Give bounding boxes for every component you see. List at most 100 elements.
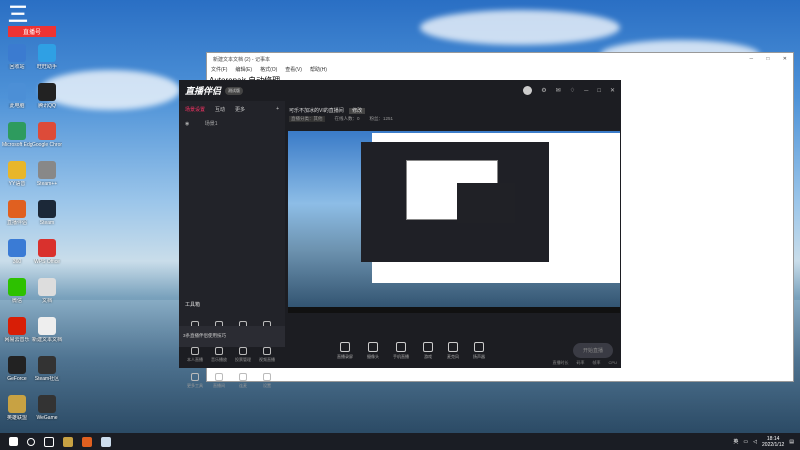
status-fps: 帧率 [592,360,601,365]
menu-format[interactable]: 格式(O) [260,66,277,73]
tool-item[interactable]: 音乐播放 [207,347,231,363]
desktop-logo-text: 直播号 [8,26,56,37]
stream-preview[interactable] [288,131,620,313]
scene-label: 场景1 [204,121,218,127]
desktop-icon[interactable]: 此电脑 [2,83,32,109]
tray-ime[interactable]: 英 [733,438,738,445]
desktop-icon[interactable]: 直播伴侣 [2,200,32,226]
desktop-icon[interactable]: YY语音 [2,161,32,187]
tab-interact[interactable]: 互动 [215,106,225,113]
tool-label: 视频直播 [259,357,275,362]
camera-button[interactable]: 摄像头 [367,341,379,360]
network-icon[interactable]: ▭ [743,439,748,445]
desktop-icon[interactable]: 360 [2,239,32,265]
phone-stream-icon [396,341,406,352]
desktop-icon[interactable]: Microsoft Edge [2,122,32,148]
desktop-icon[interactable]: 文档 [32,278,62,304]
app-icon [38,200,56,218]
tool-item[interactable]: 视频直播 [255,347,279,363]
app-icon [8,317,26,335]
desktop-icon[interactable]: 回收站 [2,44,32,70]
desktop-icon[interactable]: Steam++ [32,161,62,187]
minimize-icon[interactable]: ─ [749,56,753,62]
message-icon[interactable]: ✉ [556,87,561,94]
notification-icon[interactable]: ▤ [789,439,794,445]
desktop-icon[interactable]: WeGame [32,395,62,421]
close-icon[interactable]: ✕ [610,87,615,94]
scene-item[interactable]: ◉ 场景1 [179,118,285,129]
minimize-icon[interactable]: ─ [584,88,588,94]
app-titlebar[interactable]: 直播伴侣 测试版 ⚙ ✉ ♢ ─ □ ✕ [179,80,621,101]
volume-icon[interactable]: ◁ [753,439,757,445]
desktop-icon-label: Google Chrome [32,142,62,148]
control-label: 游戏 [424,353,432,359]
desktop-icon[interactable]: 新建文本文档 [32,317,62,343]
tips-banner[interactable]: 3条直播伴侣使用技巧 [179,326,285,347]
tool-item[interactable]: 更多工具 [183,373,207,389]
desktop-icon[interactable]: Steam [32,200,62,226]
room-fans: 粉丝：1251 [369,116,394,121]
clock-date: 2022/1/12 [762,441,785,448]
desktop-icon[interactable]: 网易云音乐 [2,317,32,343]
control-label: 手机直播 [393,353,409,359]
tab-more[interactable]: 更多 [235,106,245,113]
tool-icon [215,373,223,381]
status-duration: 直播时长 [552,360,569,365]
desktop-icon[interactable]: WPS Office [32,239,62,265]
app-icon [8,200,26,218]
menu-edit[interactable]: 编辑(E) [235,66,252,73]
menu-view[interactable]: 查看(V) [285,66,302,73]
edit-room-button[interactable]: 修改 [349,108,366,114]
maximize-icon[interactable]: □ [766,56,769,62]
desktop-icon-label: 腾讯QQ [38,103,56,109]
game-button[interactable]: 游戏 [423,341,433,360]
eye-icon[interactable]: ◉ [185,121,189,127]
desktop-icon[interactable]: GeForce [2,356,32,382]
status-bar: 直播时长 码率 帧率 CPU [553,360,617,366]
tab-scene[interactable]: 场景设置 [185,106,205,113]
desktop-icon[interactable]: 微信 [2,278,32,304]
desktop-icon[interactable]: 英雄联盟 [2,395,32,421]
tool-item[interactable]: 连麦 [231,373,255,389]
tool-label: 音乐播放 [211,357,227,362]
clock[interactable]: 18:14 2022/1/12 [762,436,784,448]
desktop-icon-label: Steam社区 [34,376,60,382]
start-stream-button[interactable]: 开始直播 [572,343,613,358]
control-label: 麦克风 [447,353,459,359]
phone-stream-button[interactable]: 手机直播 [393,341,409,360]
tool-item[interactable]: 投票管理 [231,347,255,363]
settings-icon[interactable]: ⚙ [541,87,546,94]
app-icon [8,44,26,62]
notepad-taskbar-icon[interactable] [101,436,111,447]
windows-start-icon[interactable] [9,437,18,446]
system-tray: 英 ▭ ◁ 18:14 2022/1/12 ▤ [733,436,800,448]
screen-record-button[interactable]: 直播录屏 [337,341,353,360]
task-view-icon[interactable] [44,436,54,447]
search-icon[interactable] [27,437,35,446]
shirt-icon[interactable]: ♢ [570,87,575,94]
notepad-titlebar[interactable]: 新建文本文档 (2) - 记事本 ─ □ ✕ [207,53,793,65]
desktop-icon[interactable]: 腾讯QQ [32,83,62,109]
lol-taskbar-icon[interactable] [63,436,73,447]
speaker-button[interactable]: 扬声器 [473,341,485,360]
preview-app [361,142,549,262]
desktop-icon-label: 文档 [41,298,52,304]
maximize-icon[interactable]: □ [597,88,601,94]
add-tab-icon[interactable]: + [276,106,279,113]
control-label: 直播录屏 [337,353,353,359]
desktop-icon[interactable]: Steam社区 [32,356,62,382]
menu-help[interactable]: 帮助(H) [310,66,327,73]
tool-item[interactable]: 本人直播 [183,347,207,363]
streaming-taskbar-icon[interactable] [82,436,92,447]
microphone-button[interactable]: 麦克风 [447,341,459,360]
tool-item[interactable]: 直播间 [207,373,231,389]
scene-tabs: 场景设置 互动 更多 + [179,101,285,118]
close-icon[interactable]: ✕ [783,56,787,62]
desktop-icon-label: 旺旺助手 [36,64,57,70]
desktop-icon[interactable]: 旺旺助手 [32,44,62,70]
desktop-icon[interactable]: Google Chrome [32,122,62,148]
avatar[interactable] [523,86,533,95]
tool-item[interactable]: 设置 [255,373,279,389]
menu-file[interactable]: 文件(F) [211,66,227,73]
desktop-icon-label: Microsoft Edge [2,142,32,148]
